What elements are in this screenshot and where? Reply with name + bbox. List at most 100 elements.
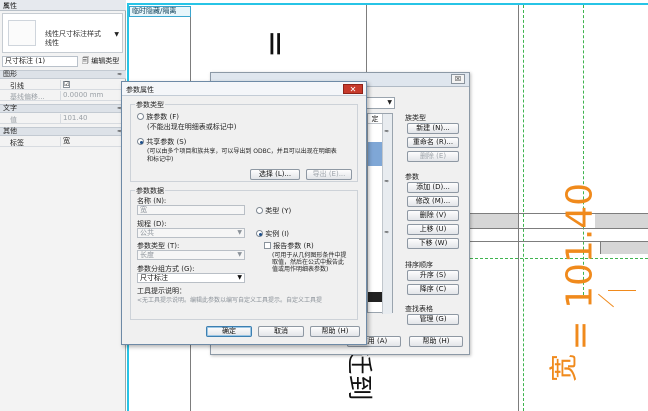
prop-value[interactable]: 宽 <box>60 137 126 147</box>
chevron-down-icon: ▼ <box>114 31 119 38</box>
shared-param-desc: 和标记中) <box>147 156 174 163</box>
instance-row: 尺寸标注 (1) 🗐 编辑类型 <box>2 56 123 67</box>
chevron-down-icon: ▼ <box>237 229 242 236</box>
dialog-title: 参数属性 <box>126 86 154 94</box>
shared-param-desc: (可以由多个项目和族共享，可以导出到 ODBC，并且可以出现在明细表 <box>147 148 337 155</box>
prop-row-value[interactable]: 值 101.40 <box>0 114 126 124</box>
family-param-option[interactable]: 族参数 (F) <box>137 112 179 122</box>
family-types-label: 族类型 <box>405 114 426 122</box>
type-radio[interactable] <box>256 207 263 214</box>
new-type-button[interactable]: 新建 (N)... <box>407 123 459 134</box>
group-by-value: 尺寸标注 <box>140 274 168 282</box>
dimension-text-bottom-label: 迁到 <box>343 348 374 401</box>
param-type-legend: 参数类型 <box>135 100 165 110</box>
lookup-tables-label: 查找表格 <box>405 305 433 313</box>
type-name: 线性 <box>45 39 59 47</box>
params-label: 参数 <box>405 173 419 181</box>
collapse-icon[interactable]: ≈ <box>384 178 389 185</box>
family-param-desc: (不能出现在明细表或标记中) <box>147 123 237 131</box>
family-param-label: 族参数 (F) <box>146 113 179 121</box>
param-type-dropdown[interactable]: 长度 ▼ <box>137 250 245 260</box>
collapse-icon[interactable]: ≈ <box>384 128 389 135</box>
sort-order-label: 排序顺序 <box>405 261 433 269</box>
instance-filter-dropdown[interactable]: 尺寸标注 (1) <box>2 56 78 67</box>
family-type-dropdown[interactable]: ▼ <box>363 97 395 109</box>
move-down-button[interactable]: 下移 (W) <box>407 238 459 249</box>
properties-panel: 属性 ✕ 线性尺寸标注样式 线性 ▼ 尺寸标注 (1) 🗐 编辑类型 图形 ≈ … <box>0 0 126 411</box>
group-by-dropdown[interactable]: 尺寸标注 ▼ <box>137 273 245 283</box>
instance-radio-label: 实例 (I) <box>265 230 289 238</box>
tooltip-text[interactable]: <无工具提示说明。编辑此参数以编写自定义工具提示。自定义工具提 <box>137 295 355 304</box>
column-header: 定 <box>368 114 382 124</box>
prop-key: 标签 <box>10 139 24 147</box>
temp-isolate-border-top <box>127 3 648 5</box>
export-button[interactable]: 导出 (E)... <box>306 169 352 180</box>
name-input[interactable]: 宽 <box>137 205 245 215</box>
prop-value[interactable]: ☑ <box>60 80 126 90</box>
wall-fill <box>470 214 518 228</box>
dimension-text-bottom[interactable]: 迁到 <box>344 348 405 407</box>
prop-row-leader[interactable]: 引线 ☑ <box>0 80 126 90</box>
cancel-button[interactable]: 取消 <box>258 326 304 337</box>
instance-option[interactable]: 实例 (I) <box>256 229 289 239</box>
group-label: 文字 <box>3 104 17 112</box>
select-button[interactable]: 选择 (L)... <box>250 169 300 180</box>
collapse-icon[interactable]: ≈ <box>117 71 122 78</box>
type-option[interactable]: 类型 (Y) <box>256 206 291 216</box>
ok-button[interactable]: 确定 <box>206 326 252 337</box>
edit-type-button[interactable]: 🗐 编辑类型 <box>82 56 119 66</box>
manage-lookup-button[interactable]: 管理 (G) <box>407 314 459 325</box>
shared-param-label: 共享参数 (S) <box>146 138 187 146</box>
chevron-down-icon: ▼ <box>237 251 242 258</box>
group-other[interactable]: 其他 ≈ <box>0 127 126 136</box>
modify-param-button[interactable]: 修改 (M)... <box>407 196 459 207</box>
rename-type-button[interactable]: 重命名 (R)... <box>407 137 459 148</box>
group-toggle-column <box>382 114 392 314</box>
report-param-checkbox[interactable] <box>264 242 271 249</box>
help-button-back[interactable]: 帮助 (H) <box>409 336 463 347</box>
param-type-value: 长度 <box>140 251 154 259</box>
prop-key: 值 <box>10 116 17 124</box>
group-label: 其他 <box>3 127 17 135</box>
prop-value[interactable]: 0.0000 mm <box>60 91 126 101</box>
instance-radio[interactable] <box>256 230 263 237</box>
chevron-down-icon: ▼ <box>237 274 242 281</box>
selected-row[interactable] <box>368 142 382 166</box>
add-param-button[interactable]: 添加 (D)... <box>407 182 459 193</box>
parameter-properties-dialog: 参数属性 ✕ 参数类型 族参数 (F) (不能出现在明细表或标记中) 共享参数 … <box>121 81 367 345</box>
group-graphics[interactable]: 图形 ≈ <box>0 70 126 79</box>
sort-ascending-button[interactable]: 升序 (S) <box>407 270 459 281</box>
prop-key: 基线偏移... <box>10 93 45 101</box>
prop-value[interactable]: 101.40 <box>60 114 126 124</box>
report-param-label: 报告参数 (R) <box>273 242 314 250</box>
delete-type-button[interactable]: 删除 (E) <box>407 151 459 162</box>
close-icon[interactable]: ✕ <box>343 84 363 94</box>
params-table-strip[interactable]: 定 ≈ ≈ ≈ <box>367 113 393 314</box>
dialog-titlebar: 参数属性 ✕ <box>122 82 366 96</box>
type-thumbnail <box>8 20 36 46</box>
shared-param-radio[interactable] <box>137 138 144 145</box>
close-icon[interactable]: ☒ <box>451 74 465 84</box>
row-marker <box>368 292 382 302</box>
move-up-button[interactable]: 上移 (U) <box>407 224 459 235</box>
edit-type-label: 编辑类型 <box>91 57 120 65</box>
collapse-icon[interactable]: ≈ <box>384 229 389 236</box>
delete-param-button[interactable]: 删除 (V) <box>407 210 459 221</box>
width-dimension-label: 宽 <box>547 353 581 383</box>
width-dimension-value: = 101.40 <box>559 182 601 351</box>
prop-key: 引线 <box>10 82 24 90</box>
sort-descending-button[interactable]: 降序 (C) <box>407 284 459 295</box>
type-selector[interactable]: 线性尺寸标注样式 线性 ▼ <box>2 13 123 53</box>
prop-row-baseline-offset[interactable]: 基线偏移... 0.0000 mm <box>0 91 126 101</box>
group-text[interactable]: 文字 ≈ <box>0 104 126 113</box>
discipline-dropdown[interactable]: 公共 ▼ <box>137 228 245 238</box>
close-icon[interactable]: ✕ <box>3 1 123 9</box>
family-param-radio[interactable] <box>137 113 144 120</box>
leader-checkbox[interactable]: ☑ <box>63 81 70 88</box>
discipline-value: 公共 <box>140 229 154 237</box>
properties-titlebar: 属性 ✕ <box>0 0 126 11</box>
help-button[interactable]: 帮助 (H) <box>310 326 360 337</box>
ref-line <box>518 5 519 411</box>
prop-row-label[interactable]: 标签 宽 <box>0 137 126 147</box>
dimension-text-top[interactable]: = 1 <box>253 18 313 91</box>
